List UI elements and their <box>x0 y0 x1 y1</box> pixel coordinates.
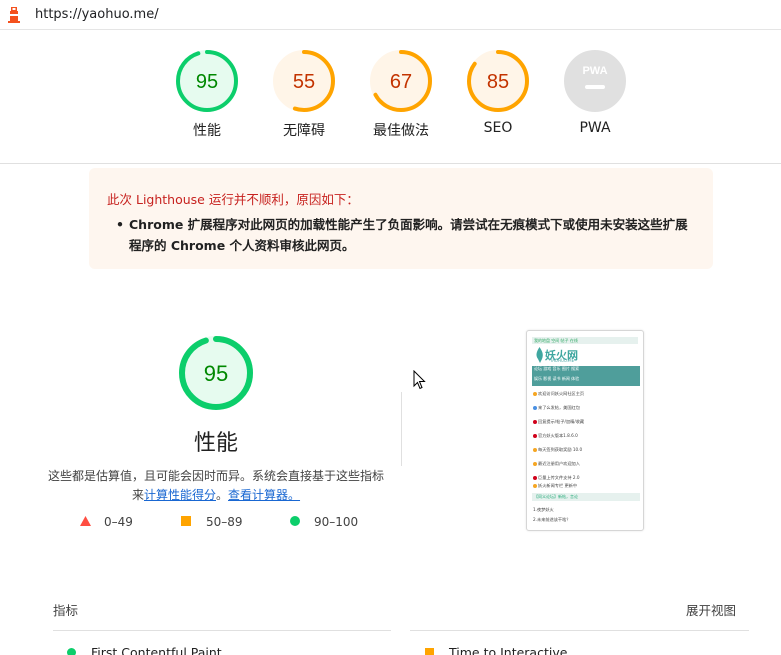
calc-score-link[interactable]: 计算性能得分 <box>144 488 216 502</box>
gauge-accessibility-score: 55 <box>293 71 315 93</box>
desc-sep: 。 <box>216 488 229 502</box>
thumb-line-text: 每天签到获取奖励 10.0 <box>538 447 583 452</box>
calculator-link[interactable]: 查看计算器。 <box>228 488 300 502</box>
thumb-bullet-icon <box>533 448 537 452</box>
metrics-header: 指标 <box>53 603 79 618</box>
page-screenshot-thumbnail[interactable]: 我的地盘 空间 帖子 在线 妖火网 YAOHUO.ME 论坛 游戏 音乐 图片 … <box>526 330 644 531</box>
thumb-line-text: 回复提示/帖子/加精/收藏 <box>538 419 585 424</box>
warning-list: • Chrome 扩展程序对此网页的加载性能产生了负面影响。请尝试在无痕模式下或使… <box>116 214 694 256</box>
gauge-pwa-ring: PWA <box>564 50 626 112</box>
warning-title: 此次 Lighthouse 运行并不顺利，原因如下： <box>107 192 359 207</box>
gauge-seo-score: 85 <box>487 71 509 93</box>
gauge-best-practices-score: 67 <box>390 71 412 93</box>
gauge-performance-score: 95 <box>196 71 218 93</box>
gauge-pwa-label: PWA <box>579 120 611 136</box>
thumb-logo-sub: YAOHUO.ME <box>550 358 575 363</box>
metric-tti-name: Time to Interactive <box>449 645 568 655</box>
bullet-icon: • <box>116 217 124 232</box>
performance-title: 性能 <box>193 431 238 456</box>
thumb-bullet-icon <box>533 406 537 410</box>
legend-fail: 0–49 <box>80 515 133 529</box>
thumb-list-line: 欢迎访问妖火网社区主页 <box>533 391 637 396</box>
square-icon <box>181 516 191 526</box>
thumb-list-line: 回复提示/帖子/加精/收藏 <box>533 419 637 424</box>
triangle-icon <box>80 516 91 526</box>
thumb-list-line: 每天签到获取奖励 10.0 <box>533 447 637 452</box>
legend-fail-range: 0–49 <box>104 515 133 529</box>
thumb-list-line: 官方妖火版本1.8.6.0 <box>533 433 637 438</box>
legend-average-range: 50–89 <box>206 515 243 529</box>
thumb-line-text: 官方妖火版本1.8.6.0 <box>538 433 578 438</box>
performance-score: 95 <box>204 361 228 386</box>
warning-item: • Chrome 扩展程序对此网页的加载性能产生了负面影响。请尝试在无痕模式下或使… <box>116 214 694 256</box>
metric-fcp[interactable]: First Contentful Paint <box>67 645 222 655</box>
gauge-accessibility-ring: 55 <box>273 50 335 112</box>
thumb-line-text: 来了么发帖，美国红包 <box>538 405 580 410</box>
expand-view-toggle[interactable]: 展开视图 <box>686 600 736 619</box>
thumb-bullet-icon <box>533 462 537 466</box>
address-bar: https://yaohuo.me/ <box>0 0 781 30</box>
performance-summary: 95 性能 这些都是估算值，且可能会因时而异。系统会直接基于这些指标来计算性能得… <box>40 335 392 505</box>
legend-pass: 90–100 <box>290 515 358 529</box>
thumb-bullet-icon <box>533 484 537 488</box>
gauge-seo[interactable]: 85 SEO <box>450 48 546 136</box>
run-warning-box: 此次 Lighthouse 运行并不顺利，原因如下： • Chrome 扩展程序对… <box>89 168 713 269</box>
thumb-nav: 我的地盘 空间 帖子 在线 <box>532 337 638 344</box>
thumb-list-line: 来了么发帖，美国红包 <box>533 405 637 410</box>
legend-average: 50–89 <box>181 515 243 529</box>
thumb-bullet-icon <box>533 420 537 424</box>
thumb-list-line: 最近注册用户欢迎加入 <box>533 461 637 466</box>
metric-tti[interactable]: Time to Interactive <box>425 645 568 655</box>
thumb-line-text: 欢迎访问妖火网社区主页 <box>538 391 585 396</box>
gauge-accessibility-label: 无障碍 <box>283 123 325 139</box>
url-text[interactable]: https://yaohuo.me/ <box>35 7 159 22</box>
metric-fcp-name: First Contentful Paint <box>91 645 222 655</box>
circle-icon <box>290 516 300 526</box>
thumb-menu-2: 娱乐 影视 读书 新闻 体验 <box>532 372 640 386</box>
flame-icon <box>536 347 543 363</box>
legend-pass-range: 90–100 <box>314 515 359 529</box>
thumb-bullet-icon <box>533 476 537 480</box>
metrics-rule-left <box>53 630 391 631</box>
category-gauges: 95 性能 55 无障碍 67 最佳做法 85 SEO PWA PWA <box>0 31 781 164</box>
gauge-performance-ring: 95 <box>176 50 238 112</box>
gauge-performance-label: 性能 <box>193 123 221 139</box>
divider <box>401 392 402 466</box>
mouse-cursor-icon <box>413 370 426 390</box>
thumb-line-text: 最近注册用户欢迎加入 <box>538 461 580 466</box>
performance-gauge[interactable]: 95 <box>178 335 254 411</box>
gauge-seo-label: SEO <box>483 120 513 136</box>
thumb-logo: 妖火网 YAOHUO.ME <box>532 346 640 364</box>
thumb-forum-box: 【同义论坛】新帖，言论 <box>532 493 640 501</box>
thumb-bullet-icon <box>533 392 537 396</box>
circle-icon <box>67 648 76 655</box>
pwa-badge-text: PWA <box>582 65 607 77</box>
thumb-list-line: 巨量上传文件支持 2.0 <box>533 475 637 480</box>
gauge-accessibility[interactable]: 55 无障碍 <box>256 48 352 140</box>
thumb-line-text: 妖火新闻专栏 更新中 <box>538 483 578 488</box>
gauge-performance[interactable]: 95 性能 <box>159 48 255 140</box>
metrics-rule-right <box>410 630 749 631</box>
thumb-foot-1: 1.夜梦妖火 <box>533 507 554 512</box>
performance-description: 这些都是估算值，且可能会因时而异。系统会直接基于这些指标来计算性能得分。查看计算… <box>46 467 386 505</box>
thumb-list-line: 妖火新闻专栏 更新中 <box>533 483 637 488</box>
gauge-best-practices[interactable]: 67 最佳做法 <box>353 48 449 140</box>
thumb-line-text: 巨量上传文件支持 2.0 <box>538 475 580 480</box>
pwa-dash-icon <box>585 85 605 89</box>
thumb-bullet-icon <box>533 434 537 438</box>
gauge-seo-ring: 85 <box>467 50 529 112</box>
warning-item-text: Chrome 扩展程序对此网页的加载性能产生了负面影响。请尝试在无痕模式下或使用… <box>129 217 688 253</box>
thumb-foot-2: 2.未来前途该干啥？ <box>533 517 571 522</box>
gauge-best-practices-label: 最佳做法 <box>373 123 429 139</box>
gauge-pwa[interactable]: PWA PWA <box>547 48 643 136</box>
square-icon <box>425 648 434 655</box>
gauge-best-practices-ring: 67 <box>370 50 432 112</box>
lighthouse-icon <box>8 7 20 23</box>
